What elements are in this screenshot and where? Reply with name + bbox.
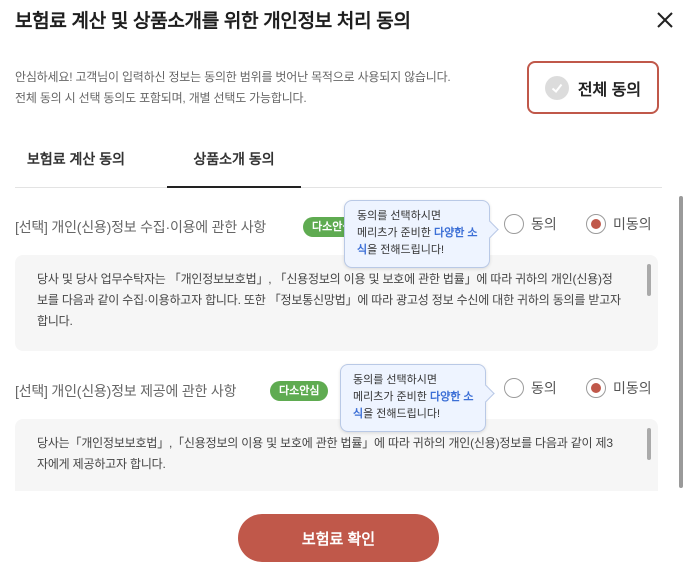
- consent-body-text: 당사 및 당사 업무수탁자는 「개인정보보호법」, 「신용정보의 이용 및 보호…: [37, 272, 621, 328]
- radio-agree-label: 동의: [531, 216, 557, 232]
- intro-line-2: 전체 동의 시 선택 동의도 포함되며, 개별 선택도 가능합니다.: [15, 91, 307, 105]
- radio-circle[interactable]: [504, 378, 524, 398]
- radio-selected-dot: [591, 383, 601, 393]
- tab-bar: 보험료 계산 동의 상품소개 동의: [15, 140, 662, 188]
- dialog-title: 보험료 계산 및 상품소개를 위한 개인정보 처리 동의: [15, 11, 411, 32]
- all-agree-label: 전체 동의: [577, 81, 642, 99]
- tooltip-line: 동의를 선택하시면: [353, 374, 438, 386]
- intro-line-1: 안심하세요! 고객님이 입력하신 정보는 동의한 범위를 벗어난 목적으로 사용…: [15, 70, 451, 84]
- consent-scroll-area: [선택] 개인(신용)정보 수집·이용에 관한 사항 다소안심 동의 미동의 당…: [15, 189, 675, 491]
- all-agree-button[interactable]: 전체 동의: [527, 61, 659, 114]
- close-icon[interactable]: [654, 9, 676, 31]
- check-circle-icon: [544, 75, 569, 100]
- tab-premium-calculation[interactable]: 보험료 계산 동의: [21, 140, 131, 188]
- safety-badge: 다소안심: [270, 381, 329, 401]
- radio-circle[interactable]: [586, 378, 606, 398]
- radio-circle[interactable]: [504, 214, 524, 234]
- close-button[interactable]: [654, 9, 676, 31]
- tooltip-line: 메리츠가 준비한: [357, 227, 434, 239]
- intro-text: 안심하세요! 고객님이 입력하신 정보는 동의한 범위를 벗어난 목적으로 사용…: [15, 67, 515, 109]
- radio-disagree[interactable]: 미동의: [586, 378, 652, 398]
- radio-selected-dot: [591, 219, 601, 229]
- radio-agree-label: 동의: [531, 380, 557, 396]
- radio-disagree-label: 미동의: [613, 380, 652, 396]
- section-title: [선택] 개인(신용)정보 수집·이용에 관한 사항: [15, 219, 267, 235]
- radio-disagree-label: 미동의: [613, 216, 652, 232]
- radio-agree[interactable]: 동의: [504, 378, 557, 398]
- radio-circle[interactable]: [586, 214, 606, 234]
- tooltip-line: 동의를 선택하시면: [357, 210, 442, 222]
- radio-agree[interactable]: 동의: [504, 214, 557, 234]
- inner-scrollbar[interactable]: [647, 428, 651, 460]
- consent-body-text: 당사는「개인정보보호법」,「신용정보의 이용 및 보호에 관한 법률」에 따라 …: [37, 436, 613, 471]
- section-title: [선택] 개인(신용)정보 제공에 관한 사항: [15, 383, 237, 399]
- agree-tooltip: 동의를 선택하시면 메리츠가 준비한 다양한 소식을 전해드립니다!: [344, 200, 499, 268]
- consent-text-box[interactable]: 당사 및 당사 업무수탁자는 「개인정보보호법」, 「신용정보의 이용 및 보호…: [15, 255, 658, 351]
- agree-tooltip: 동의를 선택하시면 메리츠가 준비한 다양한 소식을 전해드립니다!: [340, 364, 495, 432]
- section-provision-header: [선택] 개인(신용)정보 제공에 관한 사항 다소안심 동의 미동의: [15, 377, 660, 405]
- section-collection-header: [선택] 개인(신용)정보 수집·이용에 관한 사항 다소안심 동의 미동의: [15, 213, 660, 241]
- consent-text-box[interactable]: 당사는「개인정보보호법」,「신용정보의 이용 및 보호에 관한 법률」에 따라 …: [15, 419, 658, 491]
- tooltip-line: 메리츠가 준비한: [353, 391, 430, 403]
- premium-confirm-button[interactable]: 보험료 확인: [238, 514, 439, 562]
- radio-disagree[interactable]: 미동의: [586, 214, 652, 234]
- tab-product-introduction[interactable]: 상품소개 동의: [167, 140, 301, 188]
- tooltip-line: 을 전해드립니다!: [363, 408, 441, 420]
- tooltip-line: 을 전해드립니다!: [367, 244, 445, 256]
- inner-scrollbar[interactable]: [647, 264, 651, 296]
- dialog-scrollbar[interactable]: [679, 196, 683, 488]
